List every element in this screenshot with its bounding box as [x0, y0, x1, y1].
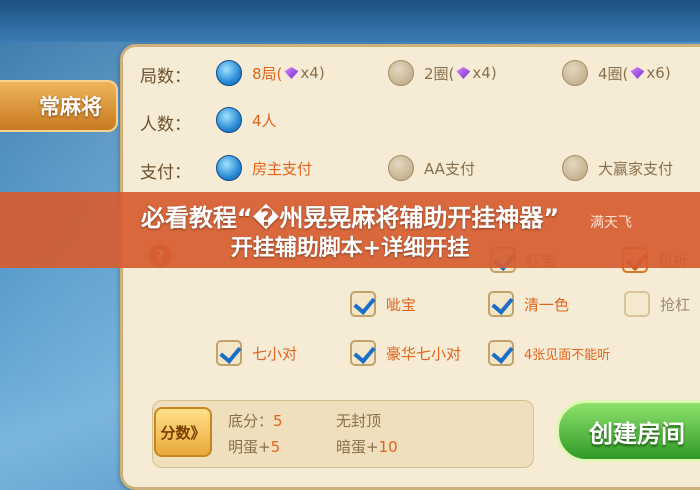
rule-label: 4张见面不能听 [524, 347, 611, 363]
gem-count: x6) [646, 64, 671, 82]
rounds-option-8[interactable]: 8局( x4) [216, 60, 325, 86]
radio-icon [562, 155, 588, 181]
checkbox-checked-icon [350, 291, 376, 317]
payment-option-host[interactable]: 房主支付 [216, 155, 312, 181]
radio-icon [388, 60, 414, 86]
rule-qianggang[interactable]: 抢杠 [624, 291, 690, 317]
open-egg: 明蛋+5 [228, 438, 281, 456]
radio-selected-icon [216, 155, 242, 181]
checkbox-disabled-icon [624, 291, 650, 317]
checkbox-checked-icon [488, 340, 514, 366]
rule-haohua[interactable]: 豪华七小对 [350, 340, 461, 366]
option-label: 2圈( [424, 64, 455, 83]
players-label: 人数： [140, 115, 191, 135]
rule-mantianfei[interactable]: 满天飞 [590, 212, 632, 232]
mode-tab[interactable]: 常麻将 [0, 80, 118, 132]
option-label: 4人 [252, 111, 277, 130]
option-label: 房主支付 [252, 159, 313, 178]
gem-icon [456, 67, 471, 79]
option-label: AA支付 [424, 159, 475, 178]
rule-label: 清一色 [524, 295, 570, 314]
no-cap: 无封顶 [336, 412, 382, 430]
rule-label: 抢杠 [660, 295, 691, 314]
gem-count: x4) [472, 64, 497, 82]
score-button[interactable]: 分数》 [154, 407, 212, 457]
gem-icon [284, 67, 299, 79]
rounds-option-2[interactable]: 2圈( x4) [388, 60, 497, 86]
checkbox-checked-icon [216, 340, 242, 366]
rule-qixiaodui[interactable]: 七小对 [216, 340, 297, 366]
option-label: 8局( [252, 64, 283, 83]
rule-label: 呲宝 [386, 295, 417, 314]
hidden-egg: 暗蛋+10 [336, 438, 398, 456]
rounds-label: 局数： [140, 67, 191, 87]
rule-4zhang[interactable]: 4张见面不能听 [488, 340, 610, 366]
checkbox-checked-icon [350, 340, 376, 366]
payment-option-winner[interactable]: 大赢家支付 [562, 155, 673, 181]
players-option-4[interactable]: 4人 [216, 107, 277, 133]
payment-option-aa[interactable]: AA支付 [388, 155, 475, 181]
payment-label: 支付： [140, 163, 191, 183]
option-label: 大赢家支付 [598, 159, 674, 178]
rule-label: 豪华七小对 [386, 344, 462, 363]
option-label: 4圈( [598, 64, 629, 83]
gem-count: x4) [300, 64, 325, 82]
rule-cibao[interactable]: 呲宝 [350, 291, 416, 317]
base-score: 底分：5 [228, 412, 283, 430]
gem-icon [630, 67, 645, 79]
radio-icon [562, 60, 588, 86]
radio-selected-icon [216, 60, 242, 86]
rounds-option-4[interactable]: 4圈( x6) [562, 60, 671, 86]
banner-subtitle: 开挂辅助脚本+详细开挂 [230, 236, 470, 261]
rule-label: 七小对 [252, 344, 298, 363]
radio-icon [388, 155, 414, 181]
radio-selected-icon [216, 107, 242, 133]
rule-qingyise[interactable]: 清一色 [488, 291, 569, 317]
create-room-button[interactable]: 创建房间 [556, 400, 700, 462]
checkbox-checked-icon [488, 291, 514, 317]
top-strip [0, 0, 700, 42]
